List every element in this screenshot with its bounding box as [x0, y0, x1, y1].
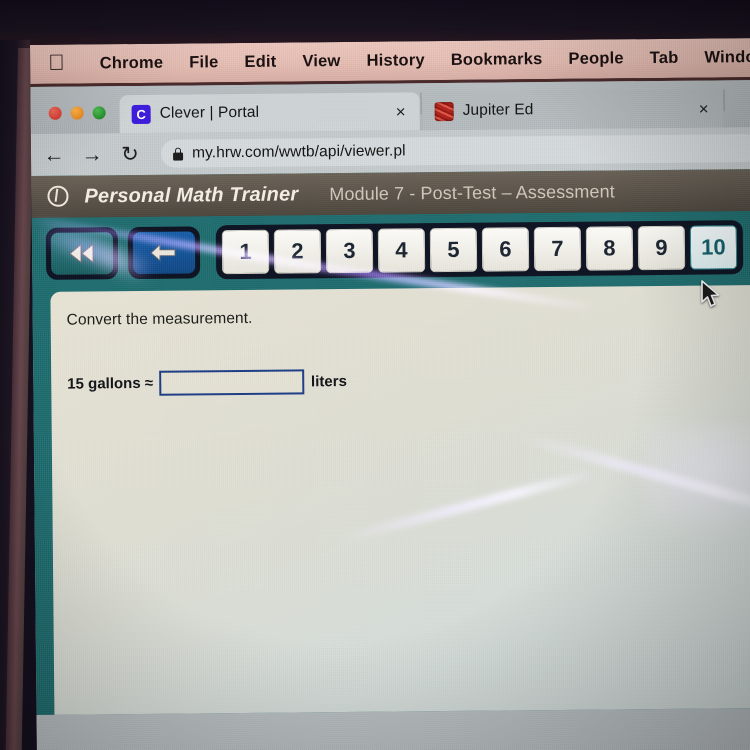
question-content-card: Convert the measurement. 15 gallons ≈ li…: [50, 284, 750, 715]
arrow-left-icon: [132, 231, 196, 275]
url-text: my.hrw.com/wwtb/api/viewer.pl: [191, 142, 406, 162]
question-button-4[interactable]: 4: [377, 228, 426, 273]
window-controls: [41, 106, 120, 134]
question-button-6[interactable]: 6: [481, 227, 530, 272]
rewind-button[interactable]: [45, 227, 119, 280]
menu-item-file[interactable]: File: [176, 53, 231, 73]
app-title: Personal Math Trainer: [84, 182, 299, 207]
menu-item-bookmarks[interactable]: Bookmarks: [438, 50, 556, 70]
lock-icon: [173, 147, 184, 161]
double-chevron-left-icon: [50, 232, 114, 275]
tab-separator: [723, 89, 725, 112]
macos-menu-bar:  Chrome File Edit View History Bookmark…: [30, 37, 750, 87]
question-button-7[interactable]: 7: [533, 226, 582, 272]
answer-row: 15 gallons ≈ liters: [67, 369, 347, 397]
menu-item-window[interactable]: Window: [691, 48, 750, 68]
question-button-5[interactable]: 5: [429, 227, 478, 273]
tab-jupiter-ed[interactable]: Jupiter Ed ×: [422, 89, 723, 131]
question-button-8[interactable]: 8: [585, 226, 634, 271]
unit-label: liters: [310, 372, 347, 391]
chrome-browser-window: C Clever | Portal × Jupiter Ed × ← → ↻ m…: [30, 79, 750, 750]
tab-close-button[interactable]: ×: [695, 99, 713, 118]
question-number-list: 1 2 3 4 5 6 7 8 9 10: [215, 220, 744, 280]
question-navigation-bar: 1 2 3 4 5 6 7 8 9 10: [31, 210, 750, 290]
personal-math-trainer-app: Personal Math Trainer Module 7 - Post-Te…: [31, 168, 750, 715]
menu-item-people[interactable]: People: [555, 49, 636, 69]
apple-logo-icon[interactable]: : [48, 50, 65, 75]
back-icon[interactable]: ←: [43, 143, 65, 166]
app-subtitle: Module 7 - Post-Test – Assessment: [329, 180, 615, 204]
zoom-window-button[interactable]: [92, 106, 106, 120]
tab-separator: [420, 92, 422, 115]
tab-strip: C Clever | Portal × Jupiter Ed ×: [30, 79, 750, 134]
previous-question-button[interactable]: [127, 226, 201, 280]
reload-icon[interactable]: ↻: [119, 142, 141, 165]
question-button-2[interactable]: 2: [273, 229, 322, 274]
menu-item-edit[interactable]: Edit: [231, 53, 289, 73]
clever-c-icon: C: [131, 104, 151, 124]
quantity-label: 15 gallons ≈: [67, 374, 154, 393]
tab-title: Jupiter Ed: [462, 101, 534, 119]
question-button-3[interactable]: 3: [325, 228, 374, 274]
menu-item-history[interactable]: History: [353, 51, 437, 71]
browser-toolbar: ← → ↻ my.hrw.com/wwtb/api/viewer.pl: [30, 126, 750, 176]
photographed-screen:  Chrome File Edit View History Bookmark…: [0, 0, 750, 750]
tab-title: Clever | Portal: [159, 103, 260, 122]
screen-content:  Chrome File Edit View History Bookmark…: [30, 37, 750, 750]
forward-icon[interactable]: →: [81, 143, 103, 166]
personal-math-trainer-logo-icon: [45, 184, 71, 210]
answer-input[interactable]: [158, 369, 305, 396]
menu-item-tab[interactable]: Tab: [637, 49, 692, 69]
app-header: Personal Math Trainer Module 7 - Post-Te…: [31, 168, 750, 218]
close-window-button[interactable]: [48, 106, 62, 120]
question-prompt: Convert the measurement.: [66, 309, 253, 329]
jupiter-planet-icon: [434, 101, 454, 121]
tab-close-button[interactable]: ×: [392, 102, 410, 121]
question-button-9[interactable]: 9: [637, 225, 686, 271]
menu-item-view[interactable]: View: [289, 52, 353, 72]
address-bar[interactable]: my.hrw.com/wwtb/api/viewer.pl: [160, 134, 750, 168]
tab-clever-portal[interactable]: C Clever | Portal ×: [119, 92, 420, 134]
minimize-window-button[interactable]: [70, 106, 84, 120]
question-button-10[interactable]: 10: [689, 225, 738, 270]
question-button-1[interactable]: 1: [221, 229, 270, 275]
menu-item-chrome[interactable]: Chrome: [87, 54, 177, 74]
